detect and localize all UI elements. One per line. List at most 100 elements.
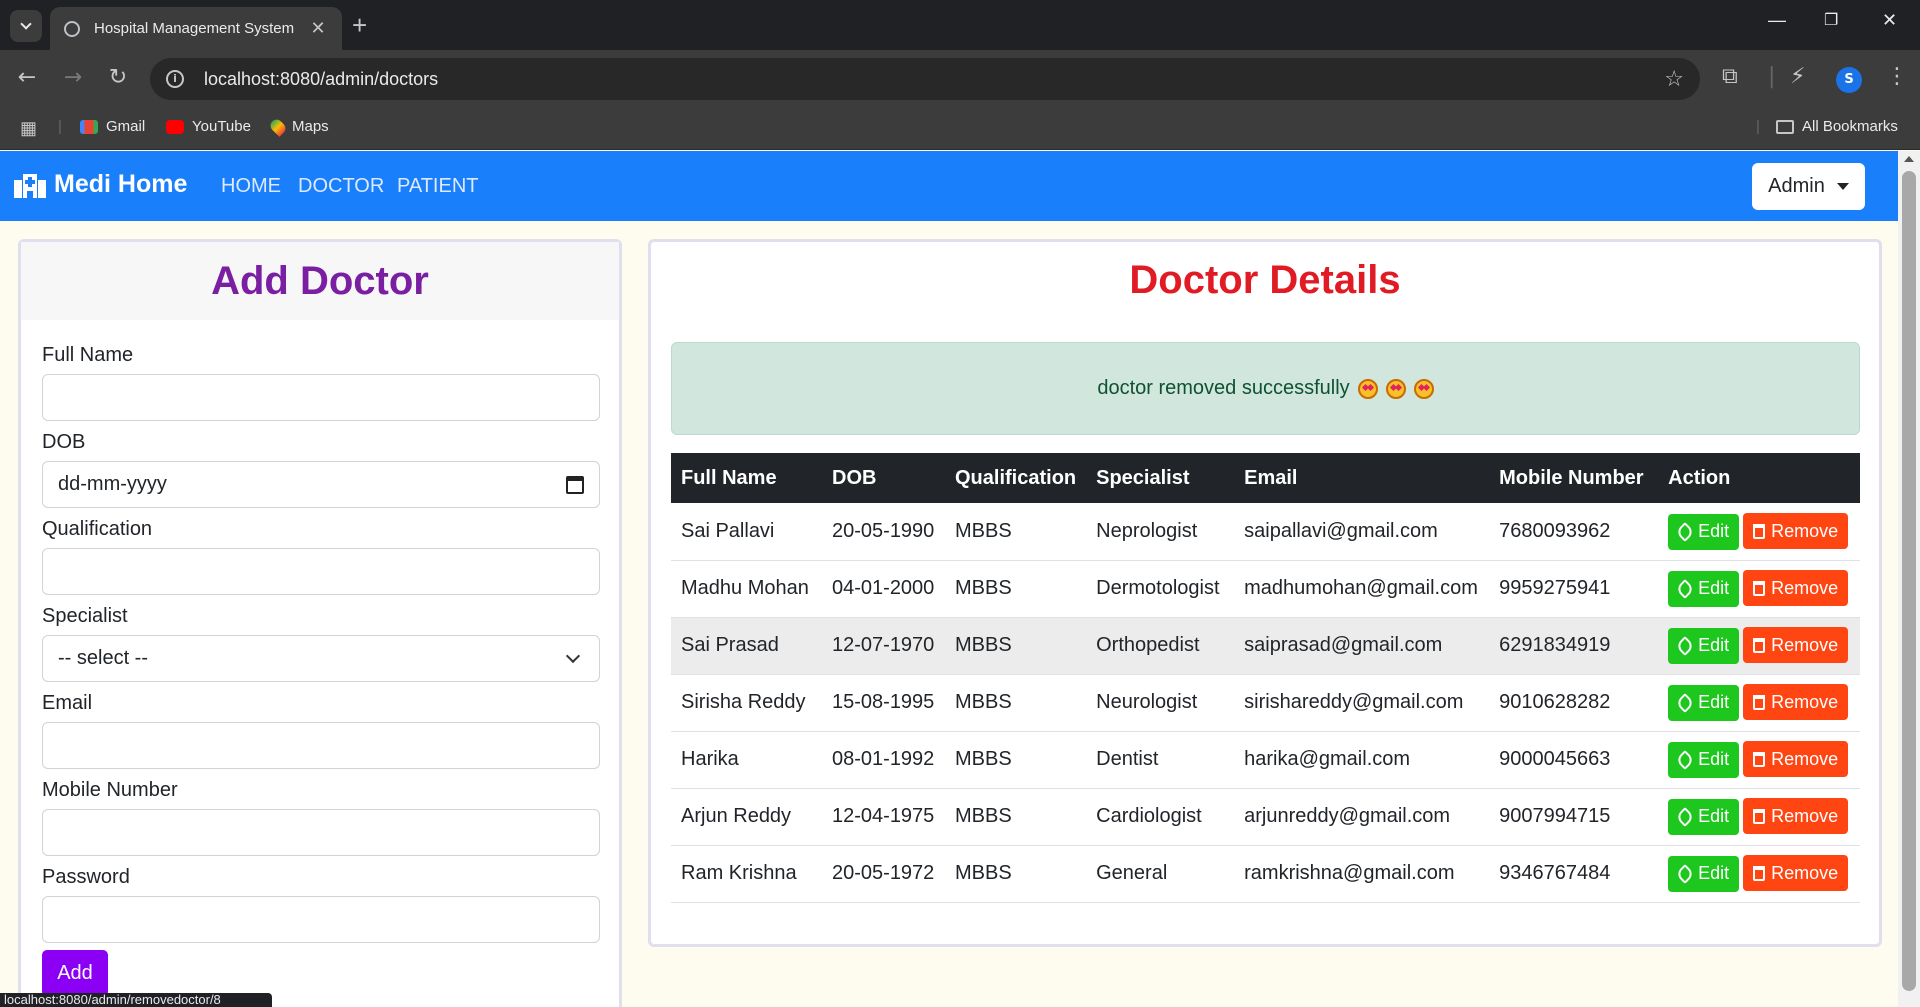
address-bar[interactable]: i localhost:8080/admin/doctors ☆: [150, 58, 1700, 100]
extensions-icon[interactable]: ⧉: [1722, 64, 1738, 89]
cell-email: sirishareddy@gmail.com: [1234, 674, 1490, 732]
success-alert: doctor removed successfully: [671, 342, 1860, 435]
cell-specialist: Dentist: [1086, 731, 1235, 789]
nav-patient[interactable]: PATIENT: [397, 175, 478, 198]
brand-link[interactable]: Medi Home: [14, 170, 187, 199]
cell-specialist: Orthopedist: [1086, 617, 1235, 675]
performance-icon[interactable]: ⚡: [1790, 64, 1805, 89]
remove-button[interactable]: Remove: [1743, 798, 1849, 835]
trash-icon: [1753, 751, 1766, 767]
cell-name: Ram Krishna: [671, 845, 822, 903]
doctor-details-title: Doctor Details: [1129, 258, 1401, 302]
cell-qualification: MBBS: [945, 560, 1087, 618]
nav-doctor[interactable]: DOCTOR: [298, 175, 384, 198]
folder-icon: [1776, 119, 1794, 134]
edit-button[interactable]: Edit: [1668, 513, 1740, 550]
bookmark-youtube[interactable]: YouTube: [166, 118, 251, 135]
remove-button[interactable]: Remove: [1743, 570, 1849, 607]
specialist-select[interactable]: -- select --: [42, 635, 600, 682]
restore-icon[interactable]: ❐: [1824, 10, 1838, 30]
scrollbar-thumb[interactable]: [1902, 171, 1916, 991]
remove-label: Remove: [1771, 862, 1839, 883]
cell-mobile: 6291834919: [1489, 617, 1659, 675]
calendar-icon[interactable]: [566, 475, 584, 494]
nav-home[interactable]: HOME: [221, 175, 281, 198]
specialist-field: Specialist -- select --: [42, 605, 600, 682]
bookmark-maps[interactable]: Maps: [268, 116, 329, 137]
doctor-details-card: Doctor Details doctor removed successful…: [648, 239, 1882, 947]
browser-tab-strip: Hospital Management System ✕ + — ❐ ✕: [0, 0, 1920, 50]
all-bookmarks-button[interactable]: All Bookmarks: [1776, 118, 1898, 135]
edit-button[interactable]: Edit: [1668, 741, 1740, 778]
remove-button[interactable]: Remove: [1743, 684, 1849, 721]
mobile-input[interactable]: [42, 809, 600, 856]
edit-button[interactable]: Edit: [1668, 627, 1740, 664]
scroll-up-icon[interactable]: [1904, 156, 1914, 162]
cell-specialist: General: [1086, 845, 1235, 903]
remove-button[interactable]: Remove: [1743, 855, 1849, 892]
cell-dob: 20-05-1990: [822, 503, 945, 561]
bookmark-label: Gmail: [106, 118, 146, 135]
password-label: Password: [42, 866, 130, 888]
cell-dob: 20-05-1972: [822, 845, 945, 903]
bookmark-star-icon[interactable]: ☆: [1664, 67, 1684, 92]
edit-button[interactable]: Edit: [1668, 798, 1740, 835]
browser-toolbar: ← → ↻ i localhost:8080/admin/doctors ☆ ⧉…: [0, 50, 1920, 108]
star-struck-emoji-icon: [1357, 378, 1378, 399]
admin-dropdown[interactable]: Admin: [1752, 163, 1865, 210]
tab-search-button[interactable]: [10, 10, 42, 42]
browser-tab[interactable]: Hospital Management System ✕: [50, 7, 342, 50]
cell-qualification: MBBS: [945, 845, 1087, 903]
remove-button[interactable]: Remove: [1743, 513, 1849, 549]
cell-specialist: Neurologist: [1086, 674, 1235, 732]
table-row: Sirisha Reddy 15-08-1995 MBBS Neurologist si…: [671, 674, 1860, 732]
dob-input[interactable]: dd-mm-yyyy: [42, 461, 600, 508]
dob-label: DOB: [42, 431, 86, 453]
cell-qualification: MBBS: [945, 731, 1087, 789]
close-tab-icon[interactable]: ✕: [308, 18, 328, 39]
new-tab-button[interactable]: +: [352, 12, 367, 38]
cell-email: madhumohan@gmail.com: [1234, 560, 1490, 618]
site-info-icon[interactable]: i: [166, 70, 184, 88]
menu-icon[interactable]: ⋮: [1886, 64, 1908, 89]
back-icon[interactable]: ←: [12, 65, 42, 91]
column-header: Action: [1668, 466, 1731, 489]
reload-icon[interactable]: ↻: [103, 65, 133, 91]
alert-message: doctor removed successfully: [1097, 377, 1350, 399]
full-name-input[interactable]: [42, 374, 600, 421]
bookmarks-divider: |: [1756, 118, 1760, 135]
page-scrollbar[interactable]: [1898, 151, 1920, 1007]
minimize-icon[interactable]: —: [1768, 10, 1786, 31]
star-struck-emoji-icon: [1413, 378, 1434, 399]
remove-button[interactable]: Remove: [1743, 741, 1849, 778]
trash-icon: [1753, 523, 1766, 539]
cell-qualification: MBBS: [945, 503, 1087, 561]
column-header: Full Name: [681, 466, 777, 489]
forward-icon[interactable]: →: [58, 65, 88, 91]
qualification-label: Qualification: [42, 518, 153, 540]
add-button[interactable]: Add: [42, 950, 108, 997]
email-input[interactable]: [42, 722, 600, 769]
cell-action: Edit Remove: [1658, 560, 1860, 618]
bookmarks-bar: ▦ | Gmail YouTube Maps | All Bookmarks: [0, 108, 1920, 150]
qualification-input[interactable]: [42, 548, 600, 595]
bookmark-gmail[interactable]: Gmail: [80, 118, 145, 135]
hospital-icon: [14, 172, 46, 198]
cell-name: Sai Prasad: [671, 617, 822, 675]
apps-grid-icon[interactable]: ▦: [20, 118, 37, 139]
edit-button[interactable]: Edit: [1668, 684, 1740, 721]
edit-button[interactable]: Edit: [1668, 855, 1740, 892]
remove-button[interactable]: Remove: [1743, 627, 1849, 664]
cell-qualification: MBBS: [945, 674, 1087, 732]
password-input[interactable]: [42, 896, 600, 943]
edit-button[interactable]: Edit: [1668, 570, 1740, 607]
edit-label: Edit: [1698, 863, 1730, 884]
cell-mobile: 7680093962: [1489, 503, 1659, 561]
url-text: localhost:8080/admin/doctors: [204, 68, 439, 89]
caret-down-icon: [1836, 183, 1849, 190]
cell-qualification: MBBS: [945, 617, 1087, 675]
cell-dob: 04-01-2000: [822, 560, 945, 618]
profile-avatar[interactable]: S: [1836, 67, 1862, 93]
close-window-icon[interactable]: ✕: [1882, 10, 1897, 31]
dob-placeholder: dd-mm-yyyy: [58, 473, 167, 495]
